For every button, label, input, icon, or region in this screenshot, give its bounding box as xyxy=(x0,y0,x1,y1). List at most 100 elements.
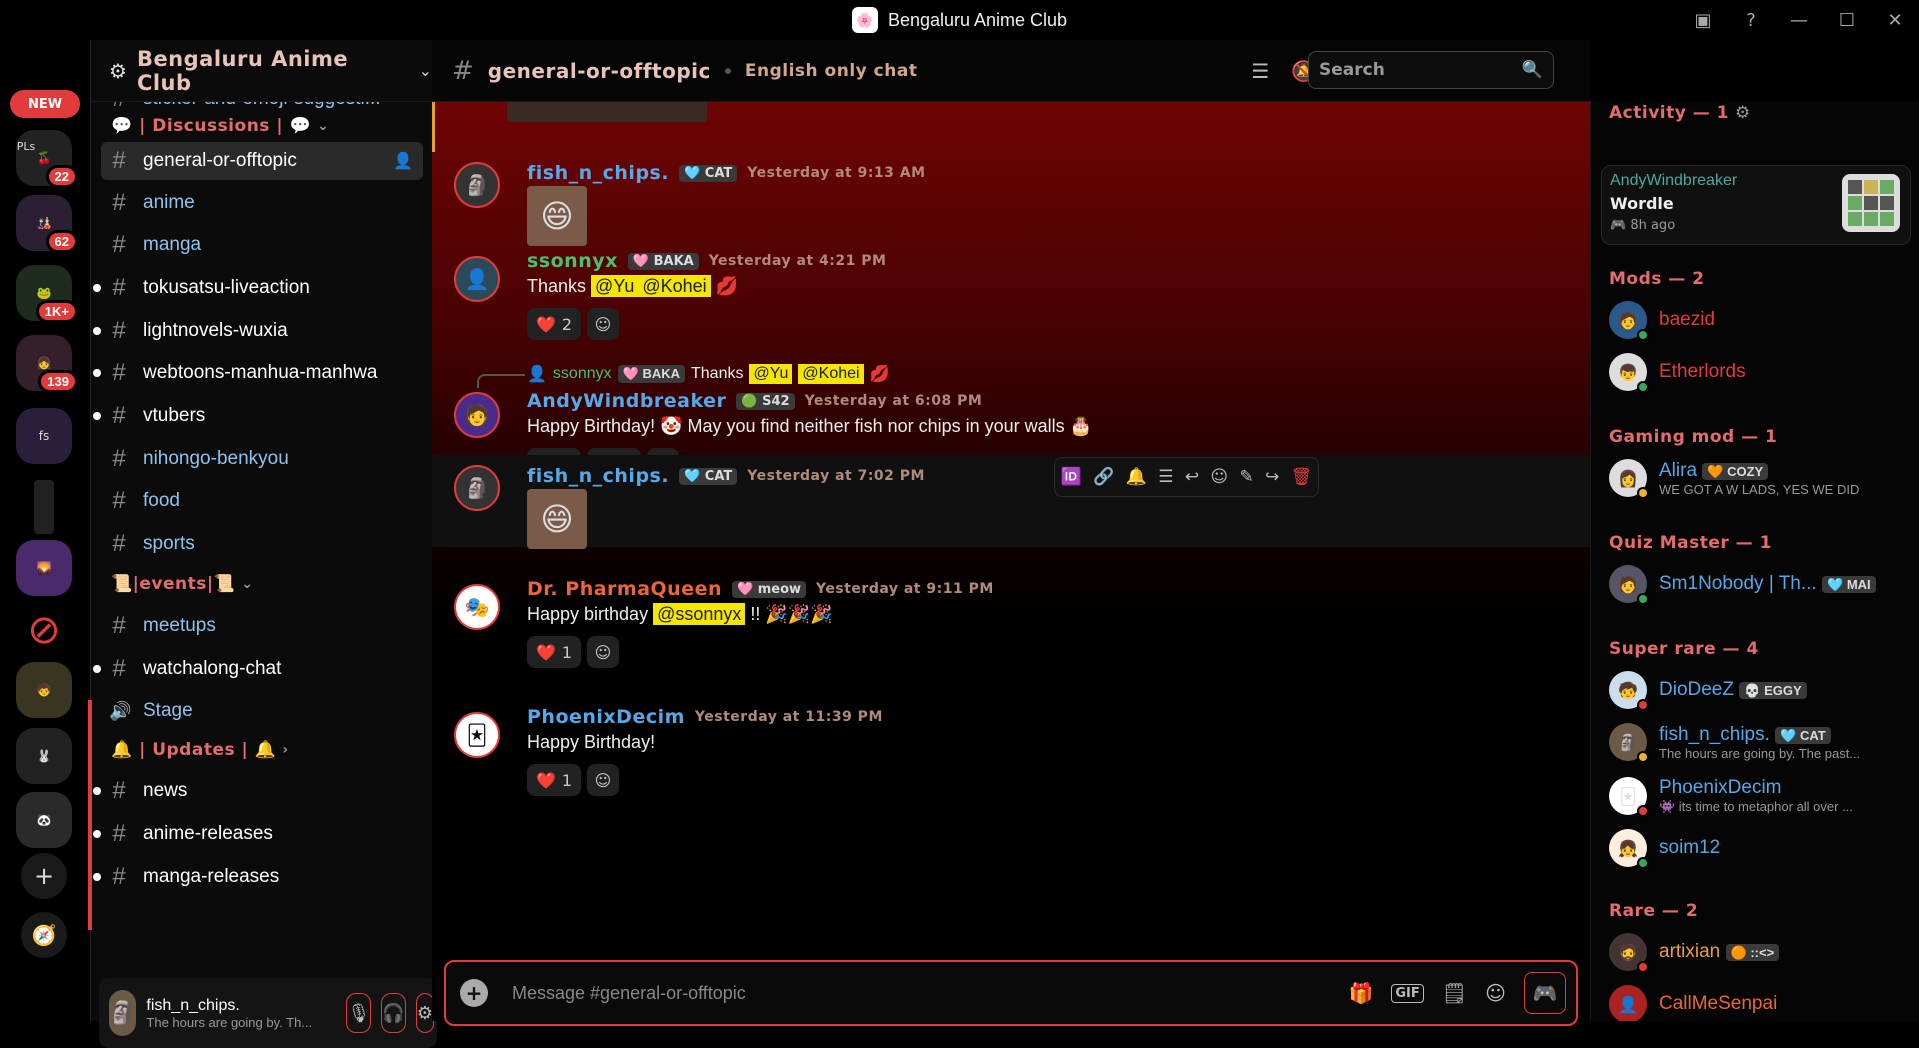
member-item[interactable]: 👦 Etherlords xyxy=(1609,349,1909,395)
member-item[interactable]: 🗿 fish_n_chips. 🩵 CAT The hours are going … xyxy=(1609,719,1909,765)
message-author[interactable]: PhoenixDecim xyxy=(527,706,685,728)
channel-food[interactable]: # food xyxy=(101,482,423,520)
channel-nihongo[interactable]: # nihongo-benkyou xyxy=(101,440,423,478)
channel-news[interactable]: # news xyxy=(93,772,423,810)
activity-card[interactable]: AndyWindbreaker Wordle 🎮 8h ago xyxy=(1601,165,1911,245)
gift-icon[interactable]: 🎁 xyxy=(1348,981,1373,1005)
server-fs[interactable]: fs xyxy=(16,408,72,464)
gear-icon[interactable]: ⚙ xyxy=(1735,103,1751,123)
server-folder-2[interactable]: 🎎 62 xyxy=(16,195,78,253)
edit-pencil-icon[interactable]: ✎ xyxy=(1239,467,1253,487)
notify-icon[interactable]: 🔔 xyxy=(1126,467,1147,487)
maximize-button[interactable]: ☐ xyxy=(1823,0,1871,40)
message-author[interactable]: fish_n_chips. xyxy=(527,465,669,487)
mention[interactable]: @Kohei xyxy=(638,275,711,297)
message-author[interactable]: ssonnyx xyxy=(527,250,618,272)
upload-plus-icon[interactable]: + xyxy=(460,979,488,1007)
explore-compass-icon[interactable]: 🧭 xyxy=(21,912,67,958)
channel-tokusatsu[interactable]: # tokusatsu-liveaction xyxy=(93,269,423,307)
member-item[interactable]: 🧒 DioDeeZ 💀 EGGY xyxy=(1609,667,1909,713)
search-input[interactable]: Search 🔍 xyxy=(1308,51,1554,89)
inbox-icon[interactable]: ▣ xyxy=(1679,0,1727,40)
game-controller-icon[interactable]: 🎮 xyxy=(1524,972,1566,1014)
server-bear[interactable]: 🐼 xyxy=(16,792,72,848)
server-folder-4[interactable]: 👧 139 xyxy=(16,335,78,393)
avatar[interactable]: 🗿 xyxy=(454,162,500,208)
member-item[interactable]: 🧔 artixian 🟠 ::<> xyxy=(1609,929,1909,975)
settings-gear-icon: ⚙ xyxy=(109,58,127,83)
add-reaction-icon[interactable]: ☺ xyxy=(587,308,619,340)
headphones-icon[interactable]: 🎧 xyxy=(381,993,406,1033)
help-icon[interactable]: ? xyxy=(1727,0,1775,40)
reaction-heart[interactable]: ❤️ 1 xyxy=(527,636,581,668)
new-badge[interactable]: NEW xyxy=(10,90,80,118)
avatar[interactable]: 👤 xyxy=(454,256,500,302)
close-button[interactable]: ✕ xyxy=(1871,0,1919,40)
category-updates[interactable]: 🔔 | Updates | 🔔 › xyxy=(111,740,289,760)
server-folder-3[interactable]: 🐸 1K+ xyxy=(16,265,78,323)
channel-manga[interactable]: # manga xyxy=(101,226,423,264)
gif-icon[interactable]: GIF xyxy=(1391,983,1424,1003)
channel-sports[interactable]: # sports xyxy=(101,525,423,563)
microphone-icon[interactable]: 🎙 xyxy=(346,993,372,1033)
message-input[interactable]: Message #general-or-offtopic xyxy=(512,983,746,1004)
previous-image[interactable] xyxy=(507,102,707,122)
server-no-icon[interactable]: ⊘ xyxy=(16,602,72,658)
reply-icon[interactable]: ↩ xyxy=(1185,467,1199,487)
avatar[interactable]: 🎭 xyxy=(454,584,500,630)
attachment-image[interactable]: 😄 xyxy=(527,186,587,246)
avatar[interactable]: 🃏 xyxy=(454,712,500,758)
mention[interactable]: @Yu xyxy=(591,275,639,297)
member-item[interactable]: 🃏 PhoenixDecim 👾 its time to metaphor all … xyxy=(1609,773,1909,819)
attachment-image[interactable]: 😄 xyxy=(527,489,587,549)
message-author[interactable]: fish_n_chips. xyxy=(527,162,669,184)
channel-watchalong[interactable]: # watchalong-chat xyxy=(93,650,423,688)
message-composer[interactable]: + Message #general-or-offtopic 🎁 GIF 🗒 ☺… xyxy=(444,960,1578,1026)
message-author[interactable]: Dr. PharmaQueen xyxy=(527,578,722,600)
category-discussions[interactable]: 💬 | Discussions | 💬 ⌄ xyxy=(111,116,329,136)
channel-topic[interactable]: English only chat xyxy=(745,61,918,81)
emoji-icon[interactable]: ☺ xyxy=(1485,981,1506,1005)
member-item[interactable]: 🧑 baezid xyxy=(1609,297,1909,343)
member-item[interactable]: 👧 soim12 xyxy=(1609,825,1909,871)
copy-id-icon[interactable]: 🆔 xyxy=(1061,467,1082,487)
server-pink[interactable]: 🐰 xyxy=(16,728,72,784)
sticker-icon[interactable]: 🗒 xyxy=(1442,981,1467,1005)
channel-stage[interactable]: 🔊 Stage xyxy=(101,692,423,730)
server-character[interactable]: 🧒 xyxy=(16,662,72,718)
server-header[interactable]: ⚙ Bengaluru Anime Club ⌄ xyxy=(91,40,432,102)
avatar[interactable]: 🗿 xyxy=(109,990,137,1036)
add-server-icon[interactable]: + xyxy=(21,853,67,899)
channel-lightnovels[interactable]: # lightnovels-wuxia xyxy=(93,312,423,350)
channel-meetups[interactable]: # meetups xyxy=(101,607,423,645)
add-member-icon[interactable]: 👤 xyxy=(393,151,413,171)
forward-icon[interactable]: ↪ xyxy=(1265,467,1279,487)
member-item[interactable]: 👤 CallMeSenpai xyxy=(1609,981,1909,1021)
server-sunset[interactable]: 🌄 xyxy=(16,540,72,596)
reaction-heart[interactable]: ❤️ 1 xyxy=(527,764,581,796)
delete-trash-icon[interactable]: 🗑 xyxy=(1291,467,1313,487)
mention[interactable]: @ssonnyx xyxy=(653,603,746,625)
category-events[interactable]: 📜|events|📜 ⌄ xyxy=(111,574,253,594)
add-reaction-icon[interactable]: ☺ xyxy=(587,764,619,796)
add-reaction-icon[interactable]: ☺ xyxy=(1210,467,1228,487)
channel-anime-releases[interactable]: # anime-releases xyxy=(93,815,423,853)
add-reaction-icon[interactable]: ☺ xyxy=(587,636,619,668)
channel-anime[interactable]: # anime xyxy=(101,184,423,222)
server-thumbnails[interactable] xyxy=(34,480,54,534)
member-item[interactable]: 👩 Alira 🧡 COZY WE GOT A W LADS, YES WE DID xyxy=(1609,455,1909,501)
avatar[interactable]: 🧑 xyxy=(454,392,500,438)
threads-icon[interactable]: ☰ xyxy=(1251,59,1269,83)
channel-manga-releases[interactable]: # manga-releases xyxy=(93,858,423,896)
reaction-heart[interactable]: ❤️ 2 xyxy=(527,308,581,340)
reply-reference[interactable]: 👤 ssonnyx 🩷 BAKA Thanks @Yu @Kohei 💋 xyxy=(527,364,890,384)
channel-general-or-offtopic[interactable]: # general-or-offtopic 👤 xyxy=(101,142,423,180)
minimize-button[interactable]: — xyxy=(1775,0,1823,40)
avatar[interactable]: 🗿 xyxy=(454,465,500,511)
thread-icon[interactable]: ☰ xyxy=(1158,467,1173,487)
channel-webtoons[interactable]: # webtoons-manhua-manhwa xyxy=(93,354,423,392)
member-item[interactable]: 🧑 Sm1Nobody | Th... 🩵 MAI xyxy=(1609,561,1909,607)
message-author[interactable]: AndyWindbreaker xyxy=(527,390,726,412)
channel-vtubers[interactable]: # vtubers xyxy=(93,397,423,435)
link-icon[interactable]: 🔗 xyxy=(1093,467,1114,487)
